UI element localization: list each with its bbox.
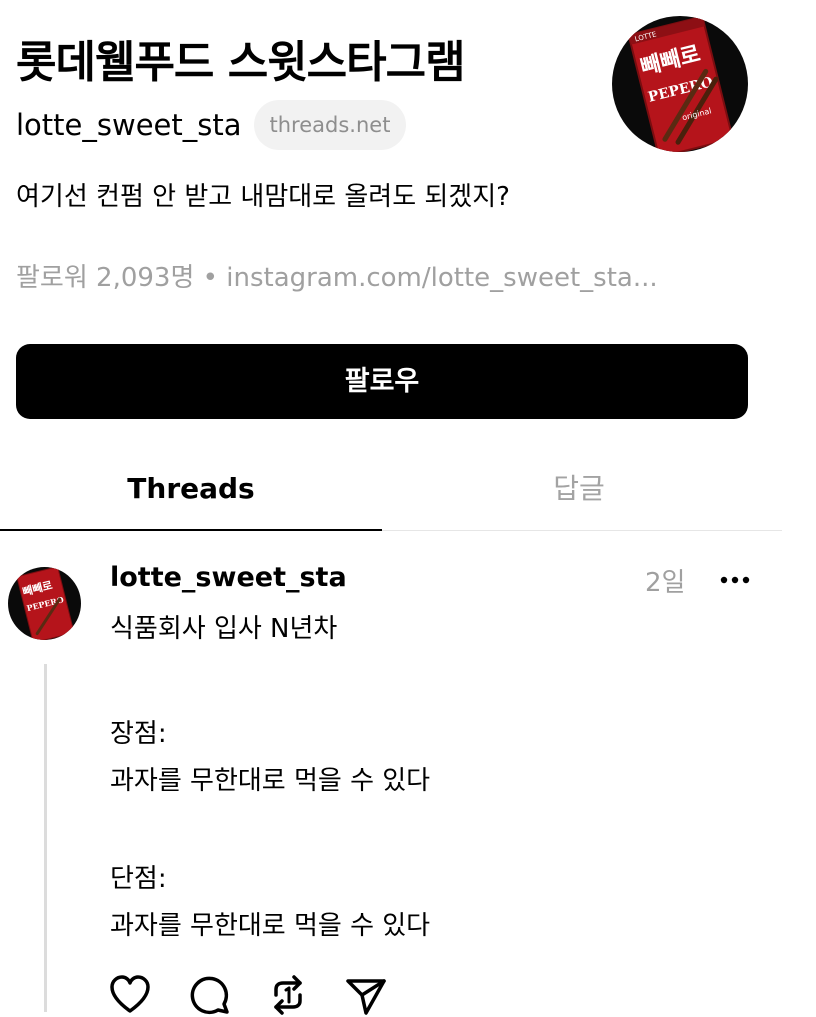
profile-bio: 여기선 컨펌 안 받고 내맘대로 올려도 되겠지? (16, 182, 510, 212)
repost-icon[interactable] (266, 973, 310, 1017)
profile-name: 롯데웰푸드 스윗스타그램 (16, 37, 466, 88)
post-timestamp: 2일 (645, 568, 686, 598)
profile-meta: 팔로워 2,093명 • instagram.com/lotte_sweet_s… (16, 257, 806, 294)
handle-row: lotte_sweet_sta threads.net (16, 100, 407, 150)
pepero-box-image: LOTTE 빼빼로 PEPERO original (627, 16, 735, 152)
profile-handle: lotte_sweet_sta (16, 108, 242, 142)
post-text-line: 단점: (110, 864, 167, 894)
more-options-icon[interactable] (718, 566, 752, 594)
comment-icon[interactable] (188, 973, 232, 1017)
post-text-line: 과자를 무한대로 먹을 수 있다 (110, 766, 431, 796)
thread-line (44, 664, 47, 1012)
post-text-line: 식품회사 입사 N년차 (110, 614, 338, 644)
share-icon[interactable] (344, 973, 388, 1017)
profile-link[interactable]: instagram.com/lotte_sweet_sta... (226, 263, 657, 293)
pepero-box-image-small: 빼빼로 PEPERO (16, 567, 75, 640)
post-text-line: 과자를 무한대로 먹을 수 있다 (110, 911, 431, 941)
post-text-line: 장점: (110, 719, 167, 749)
heart-icon[interactable] (108, 973, 152, 1017)
follow-button[interactable]: 팔로우 (16, 344, 748, 419)
profile-avatar[interactable]: LOTTE 빼빼로 PEPERO original (612, 16, 748, 152)
follower-count[interactable]: 팔로워 2,093명 (16, 263, 194, 293)
post-avatar[interactable]: 빼빼로 PEPERO (8, 567, 81, 640)
active-tab-indicator (0, 529, 382, 531)
tab-replies[interactable]: 답글 (388, 448, 770, 530)
domain-badge[interactable]: threads.net (253, 100, 407, 150)
tab-threads[interactable]: Threads (0, 448, 382, 530)
meta-separator: • (202, 263, 218, 293)
post-username[interactable]: lotte_sweet_sta (110, 562, 347, 593)
